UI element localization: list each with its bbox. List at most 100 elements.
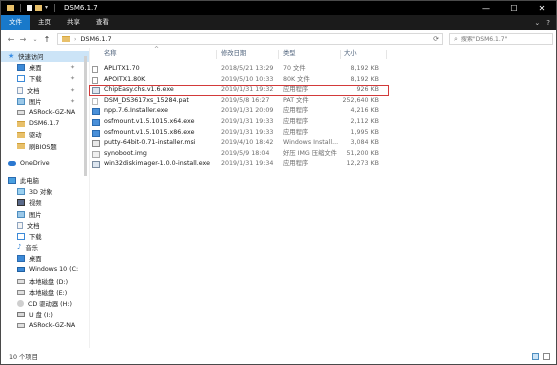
tab-share[interactable]: 共享 <box>59 15 88 30</box>
search-box[interactable]: ⌕ <box>449 33 553 45</box>
sidebar-item-drive-h[interactable]: CD 驱动器 (H:) <box>1 298 89 309</box>
sidebar-item-desktop[interactable]: 桌面 ✦ <box>1 62 89 73</box>
sidebar-item-this-pc[interactable]: 此电脑 <box>1 175 89 186</box>
drive-icon <box>17 323 25 329</box>
help-icon[interactable]: ? <box>546 19 550 27</box>
tab-file[interactable]: 文件 <box>1 15 30 30</box>
sidebar-item-drive-c[interactable]: Windows 10 (C: <box>1 264 89 275</box>
file-date: 2019/5/8 16:27 <box>221 96 270 104</box>
file-row[interactable]: putty-64bit-0.71-installer.msi 2019/4/10… <box>90 138 390 149</box>
tab-home[interactable]: 主页 <box>30 15 59 30</box>
close-button[interactable]: ✕ <box>528 1 556 15</box>
item-count: 10 个项目 <box>9 354 38 361</box>
search-input[interactable] <box>460 35 551 43</box>
column-header-size[interactable]: 大小 <box>344 48 357 60</box>
recent-locations-icon[interactable]: ⌄ <box>29 36 41 43</box>
sidebar-item-label: 3D 对象 <box>29 189 53 197</box>
sidebar-item-downloads[interactable]: 下载 ✦ <box>1 73 89 84</box>
sidebar-item-videos[interactable]: 视频 <box>1 197 89 208</box>
file-name: synoboot.img <box>104 149 147 157</box>
file-size: 252,640 KB <box>342 96 380 104</box>
video-icon <box>17 199 25 207</box>
address-path[interactable]: DSM6.1.7 <box>80 35 111 43</box>
sidebar-item-onedrive[interactable]: OneDrive <box>1 158 89 169</box>
sidebar-scrollbar[interactable] <box>82 48 89 348</box>
folder-icon <box>17 120 25 127</box>
sidebar-item-label: 本地磁盘 (E:) <box>29 289 68 297</box>
sidebar-item-3d-objects[interactable]: 3D 对象 <box>1 186 89 197</box>
file-row[interactable]: npp.7.6.Installer.exe 2019/1/31 20:09 应用… <box>90 106 390 117</box>
dropdown-icon[interactable]: ▾ <box>45 5 48 11</box>
expand-ribbon-icon[interactable]: ⌄ <box>534 19 540 27</box>
sidebar-item-documents[interactable]: 文档 ✦ <box>1 85 89 96</box>
folder-icon <box>17 131 25 138</box>
sidebar-item-asrock[interactable]: ASRock-GZ-NA <box>1 107 89 118</box>
file-row[interactable]: osfmount.v1.5.1015.x86.exe 2019/1/31 19:… <box>90 128 390 139</box>
refresh-icon[interactable]: ⟳ <box>433 35 439 43</box>
exe-icon <box>92 129 100 137</box>
column-header-name[interactable]: 名称 <box>104 48 117 60</box>
sidebar-item-pc-downloads[interactable]: 下载 <box>1 231 89 242</box>
sidebar-item-dsm[interactable]: DSM6.1.7 <box>1 118 89 129</box>
sidebar-item-drive-d[interactable]: 本地磁盘 (D:) <box>1 276 89 287</box>
sidebar-item-pc-pictures[interactable]: 图片 <box>1 208 89 219</box>
sidebar-item-pc-desktop[interactable]: 桌面 <box>1 253 89 264</box>
large-icons-view-icon[interactable] <box>543 353 550 360</box>
sidebar-item-label: 驱动 <box>29 132 42 140</box>
minimize-button[interactable]: — <box>472 1 500 15</box>
cd-drive-icon <box>17 300 24 308</box>
sidebar-item-drive-e[interactable]: 本地磁盘 (E:) <box>1 287 89 298</box>
column-divider[interactable] <box>340 50 341 59</box>
sidebar-item-drive-i[interactable]: U 盘 (I:) <box>1 309 89 320</box>
music-icon: ♪ <box>17 243 22 252</box>
file-row[interactable]: ChipEasy.chs.v1.6.exe 2019/1/31 19:32 应用… <box>89 85 390 96</box>
file-date: 2019/4/10 18:42 <box>221 139 274 147</box>
column-divider[interactable] <box>216 50 217 59</box>
sidebar-item-asrock-pc[interactable]: ASRock-GZ-NA <box>1 320 89 331</box>
forward-button[interactable]: → <box>17 35 29 44</box>
maximize-button[interactable]: ☐ <box>500 1 528 15</box>
file-size: 8,192 KB <box>350 75 379 83</box>
window-title: DSM6.1.7 <box>64 4 98 12</box>
new-folder-icon[interactable] <box>35 5 42 11</box>
window-controls: — ☐ ✕ <box>472 1 556 15</box>
picture-icon <box>17 210 25 218</box>
pat-file-icon <box>92 97 98 105</box>
properties-icon[interactable] <box>27 5 32 11</box>
sidebar-item-pc-documents[interactable]: 文档 <box>1 220 89 231</box>
back-button[interactable]: ← <box>5 35 17 44</box>
column-header-type[interactable]: 类型 <box>283 48 296 60</box>
sidebar-item-label: 桌面 <box>29 256 42 264</box>
document-icon <box>17 86 23 94</box>
file-row[interactable]: osfmount.v1.5.1015.x64.exe 2019/1/31 19:… <box>90 117 390 128</box>
sidebar-item-bios[interactable]: 刷BIOS题 <box>1 141 89 152</box>
sidebar-item-music[interactable]: ♪ 音乐 <box>1 242 89 253</box>
file-type: 应用程序 <box>283 107 309 115</box>
tab-view[interactable]: 查看 <box>88 15 117 30</box>
address-bar[interactable]: › DSM6.1.7 ⟳ <box>57 33 443 45</box>
sidebar-item-drivers[interactable]: 驱动 <box>1 129 89 140</box>
ribbon-tabs: 文件 主页 共享 查看 ⌄ ? <box>1 15 556 30</box>
details-view-icon[interactable] <box>532 353 539 360</box>
msi-icon <box>92 140 100 148</box>
file-row[interactable]: APLITX1.70 2018/5/21 13:29 70 文件 8,192 K… <box>90 64 390 75</box>
file-row[interactable]: APOITX1.80K 2019/5/10 10:33 80K 文件 8,192… <box>90 75 390 86</box>
scrollbar-thumb[interactable] <box>84 56 87 176</box>
desktop-icon <box>17 64 25 72</box>
file-row[interactable]: synoboot.img 2019/5/9 18:04 好压 IMG 压缩文件 … <box>90 149 390 160</box>
windows-drive-icon <box>17 267 25 273</box>
sidebar-item-pictures[interactable]: 图片 ✦ <box>1 96 89 107</box>
chevron-right-icon[interactable]: › <box>74 36 76 43</box>
sidebar-item-quick-access[interactable]: ★ 快速访问 <box>1 51 89 63</box>
column-divider[interactable] <box>386 50 387 59</box>
column-divider[interactable] <box>278 50 279 59</box>
3d-objects-icon <box>17 188 25 196</box>
file-row[interactable]: win32diskimager-1.0.0-install.exe 2019/1… <box>90 159 390 170</box>
sidebar-item-label: 文档 <box>27 87 40 95</box>
sidebar-item-label: 音乐 <box>25 245 39 253</box>
column-header-date[interactable]: 修改日期 <box>221 48 246 60</box>
file-row[interactable]: DSM_DS3617xs_15284.pat 2019/5/8 16:27 PA… <box>90 96 390 107</box>
up-button[interactable]: ↑ <box>41 35 53 44</box>
file-date: 2019/1/31 19:34 <box>221 160 274 168</box>
sort-arrow-icon: ^ <box>154 46 160 53</box>
